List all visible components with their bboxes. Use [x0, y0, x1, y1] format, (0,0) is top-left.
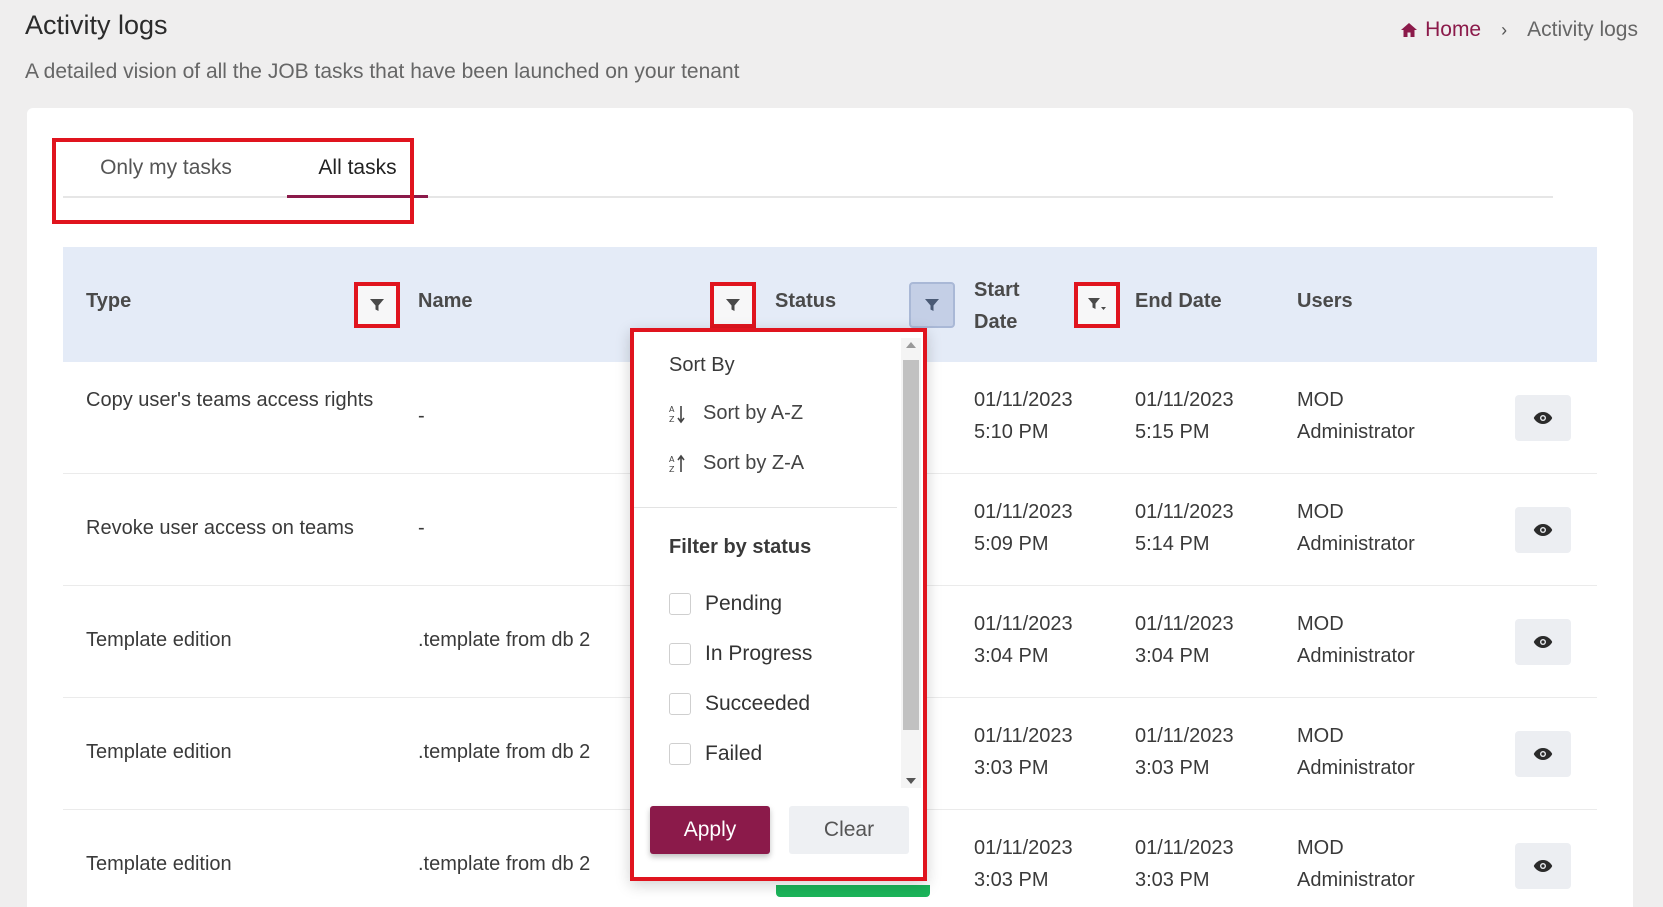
row-type: Template edition: [86, 741, 232, 763]
status-option-failed[interactable]: Failed: [669, 742, 762, 766]
dropdown-scrollbar[interactable]: [901, 338, 921, 788]
page-title: Activity logs: [25, 10, 168, 40]
apply-button[interactable]: Apply: [650, 806, 770, 854]
tab-all-tasks[interactable]: All tasks: [287, 138, 428, 198]
column-header-type: Type: [86, 290, 132, 312]
row-type: Template edition: [86, 853, 232, 875]
row-end-date: 01/11/2023 3:03 PM: [1135, 725, 1234, 779]
status-option-succeeded[interactable]: Succeeded: [669, 692, 810, 716]
column-header-status: Status: [775, 290, 837, 312]
row-end-date: 01/11/2023 5:14 PM: [1135, 501, 1234, 555]
tab-only-my-tasks[interactable]: Only my tasks: [85, 138, 247, 198]
name-filter-button[interactable]: [710, 282, 756, 328]
filter-icon: [925, 299, 939, 311]
breadcrumb-home-label: Home: [1425, 18, 1482, 41]
view-details-button[interactable]: [1515, 731, 1571, 777]
row-start-date: 01/11/2023 3:03 PM: [974, 837, 1073, 891]
scroll-down-arrow-icon[interactable]: [906, 778, 916, 784]
column-header-users: Users: [1297, 290, 1353, 312]
svg-text:Z: Z: [669, 465, 675, 474]
row-start-date: 01/11/2023 3:04 PM: [974, 613, 1073, 667]
view-details-button[interactable]: [1515, 843, 1571, 889]
view-details-button[interactable]: [1515, 619, 1571, 665]
row-end-date: 01/11/2023 5:15 PM: [1135, 389, 1234, 443]
status-badge: [776, 885, 930, 897]
row-users: MOD Administrator: [1297, 837, 1415, 891]
svg-text:Z: Z: [669, 415, 675, 424]
column-header-start-date: Start Date: [974, 279, 1020, 333]
eye-icon: [1533, 412, 1553, 424]
row-name: .template from db 2: [418, 629, 591, 651]
task-tabs: Only my tasks All tasks: [63, 138, 1553, 198]
status-option-label: Pending: [705, 592, 783, 615]
status-option-in-progress[interactable]: In Progress: [669, 642, 812, 666]
sort-za-option[interactable]: A Z Sort by Z-A: [669, 452, 804, 475]
eye-icon: [1533, 860, 1553, 872]
eye-icon: [1533, 524, 1553, 536]
checkbox[interactable]: [669, 693, 691, 715]
status-option-label: In Progress: [705, 642, 813, 665]
row-start-date: 01/11/2023 5:10 PM: [974, 389, 1073, 443]
row-end-date: 01/11/2023 3:03 PM: [1135, 837, 1234, 891]
scroll-up-arrow-icon[interactable]: [906, 342, 916, 348]
status-filter-dropdown: Sort By A Z Sort by A-Z A Z Sort by Z-A …: [630, 328, 927, 881]
eye-icon: [1533, 748, 1553, 760]
column-header-name: Name: [418, 290, 473, 312]
checkbox[interactable]: [669, 743, 691, 765]
filter-icon: [370, 299, 384, 311]
filter-sort-icon: [1088, 298, 1106, 310]
status-option-label: Failed: [705, 742, 763, 765]
sort-az-icon: A Z: [669, 405, 685, 424]
row-type: Copy user's teams access rights: [86, 389, 374, 411]
sort-az-option[interactable]: A Z Sort by A-Z: [669, 402, 803, 425]
home-icon: [1401, 23, 1418, 37]
type-filter-button[interactable]: [354, 282, 400, 328]
status-filter-button[interactable]: [909, 282, 955, 328]
view-details-button[interactable]: [1515, 395, 1571, 441]
scrollbar-thumb[interactable]: [903, 360, 919, 730]
start-date-filter-button[interactable]: [1074, 282, 1120, 328]
breadcrumb-home-link[interactable]: Home: [1400, 18, 1481, 42]
row-users: MOD Administrator: [1297, 725, 1415, 779]
row-name: .template from db 2: [418, 853, 591, 875]
dropdown-divider: [634, 507, 897, 508]
svg-text:A: A: [669, 455, 675, 464]
row-name: .template from db 2: [418, 741, 591, 763]
row-users: MOD Administrator: [1297, 613, 1415, 667]
status-option-label: Succeeded: [705, 692, 811, 715]
filter-icon: [726, 299, 740, 311]
eye-icon: [1533, 636, 1553, 648]
checkbox[interactable]: [669, 593, 691, 615]
row-type: Revoke user access on teams: [86, 517, 354, 539]
row-users: MOD Administrator: [1297, 389, 1415, 443]
row-type: Template edition: [86, 629, 232, 651]
row-users: MOD Administrator: [1297, 501, 1415, 555]
sort-by-heading: Sort By: [669, 354, 735, 376]
page-subtitle: A detailed vision of all the JOB tasks t…: [25, 60, 740, 83]
svg-text:A: A: [669, 405, 675, 414]
checkbox[interactable]: [669, 643, 691, 665]
row-name: -: [418, 517, 425, 539]
breadcrumb-separator-icon: ›: [1501, 19, 1508, 40]
row-end-date: 01/11/2023 3:04 PM: [1135, 613, 1234, 667]
sort-za-icon: A Z: [669, 454, 685, 474]
row-start-date: 01/11/2023 5:09 PM: [974, 501, 1073, 555]
breadcrumb-current: Activity logs: [1527, 18, 1638, 41]
row-start-date: 01/11/2023 3:03 PM: [974, 725, 1073, 779]
column-header-end-date: End Date: [1135, 290, 1222, 312]
sort-za-label: Sort by Z-A: [703, 452, 805, 474]
row-name: -: [418, 405, 425, 427]
status-option-pending[interactable]: Pending: [669, 592, 782, 616]
filter-by-status-heading: Filter by status: [669, 536, 812, 558]
view-details-button[interactable]: [1515, 507, 1571, 553]
breadcrumb: Home › Activity logs: [1400, 18, 1638, 42]
sort-az-label: Sort by A-Z: [703, 402, 804, 424]
clear-button[interactable]: Clear: [789, 806, 909, 854]
